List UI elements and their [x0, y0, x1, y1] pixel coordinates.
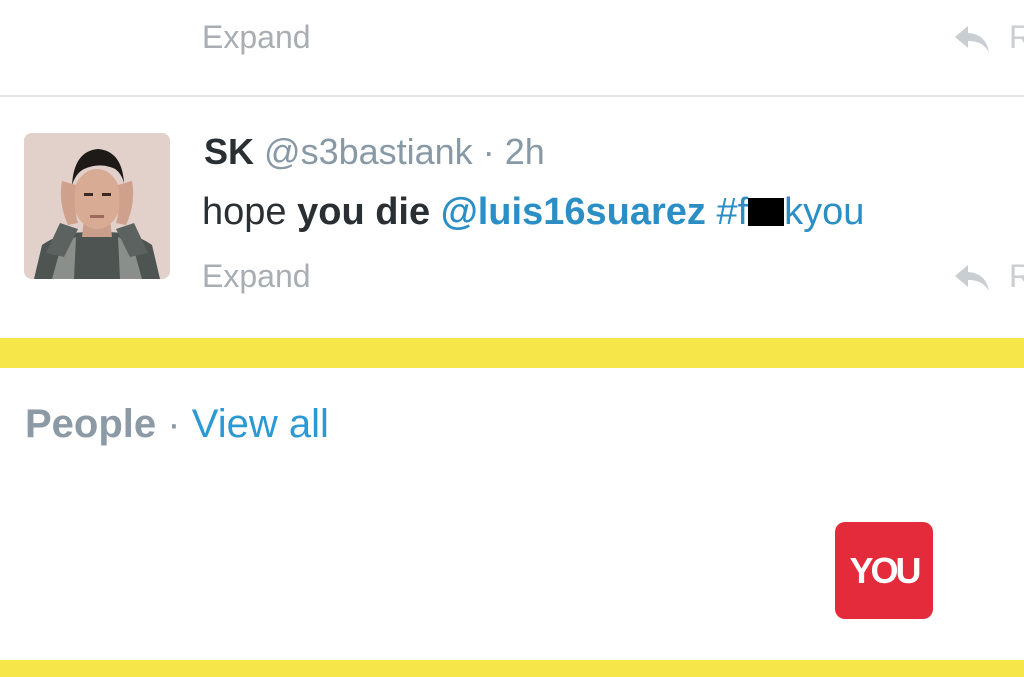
people-separator: ·	[167, 402, 181, 446]
tweet-hashtag-link[interactable]: #f kyou	[716, 191, 864, 233]
tweet: SK @s3bastiank · 2h hope you die @luis16…	[0, 97, 1024, 335]
highlight-bar	[0, 338, 1024, 368]
hashtag-start: #f	[716, 191, 749, 233]
avatar-image	[24, 133, 170, 279]
hashtag-end: kyou	[784, 191, 865, 233]
previous-tweet: Expand R	[0, 0, 1024, 95]
page: Expand R SK @s3bastiank · 2h hope you di…	[0, 0, 1024, 677]
you-logo[interactable]: YOU	[835, 522, 933, 619]
previous-tweet-expand-link[interactable]: Expand	[202, 19, 311, 56]
people-section: People · View all YOU	[0, 370, 1024, 660]
tweet-mention-link[interactable]: @luis16suarez	[441, 191, 706, 233]
highlight-bar-bottom	[0, 660, 1024, 677]
tweet-author-name[interactable]: SK	[204, 131, 254, 172]
tweet-author-username[interactable]: @s3bastiank	[264, 131, 473, 172]
people-title: People	[25, 402, 157, 446]
view-all-link[interactable]: View all	[192, 402, 329, 446]
tweet-text-plain: hope	[202, 191, 298, 233]
redaction-box	[748, 198, 785, 226]
you-logo-text: YOU	[849, 549, 921, 591]
tweet-header-separator: ·	[482, 131, 495, 172]
tweet-timestamp[interactable]: 2h	[505, 131, 545, 172]
reply-icon[interactable]	[952, 261, 992, 295]
people-header: People · View all	[25, 400, 329, 448]
tweet-header: SK @s3bastiank · 2h	[204, 132, 545, 172]
tweet-reply-label[interactable]: R	[1009, 258, 1024, 295]
tweet-text-bold: you die	[297, 191, 431, 233]
reply-icon[interactable]	[952, 22, 992, 56]
previous-tweet-reply-label[interactable]: R	[1009, 19, 1024, 56]
tweet-expand-link[interactable]: Expand	[202, 258, 311, 295]
avatar[interactable]	[24, 133, 170, 279]
tweet-text: hope you die @luis16suarez #f kyou	[202, 189, 864, 235]
